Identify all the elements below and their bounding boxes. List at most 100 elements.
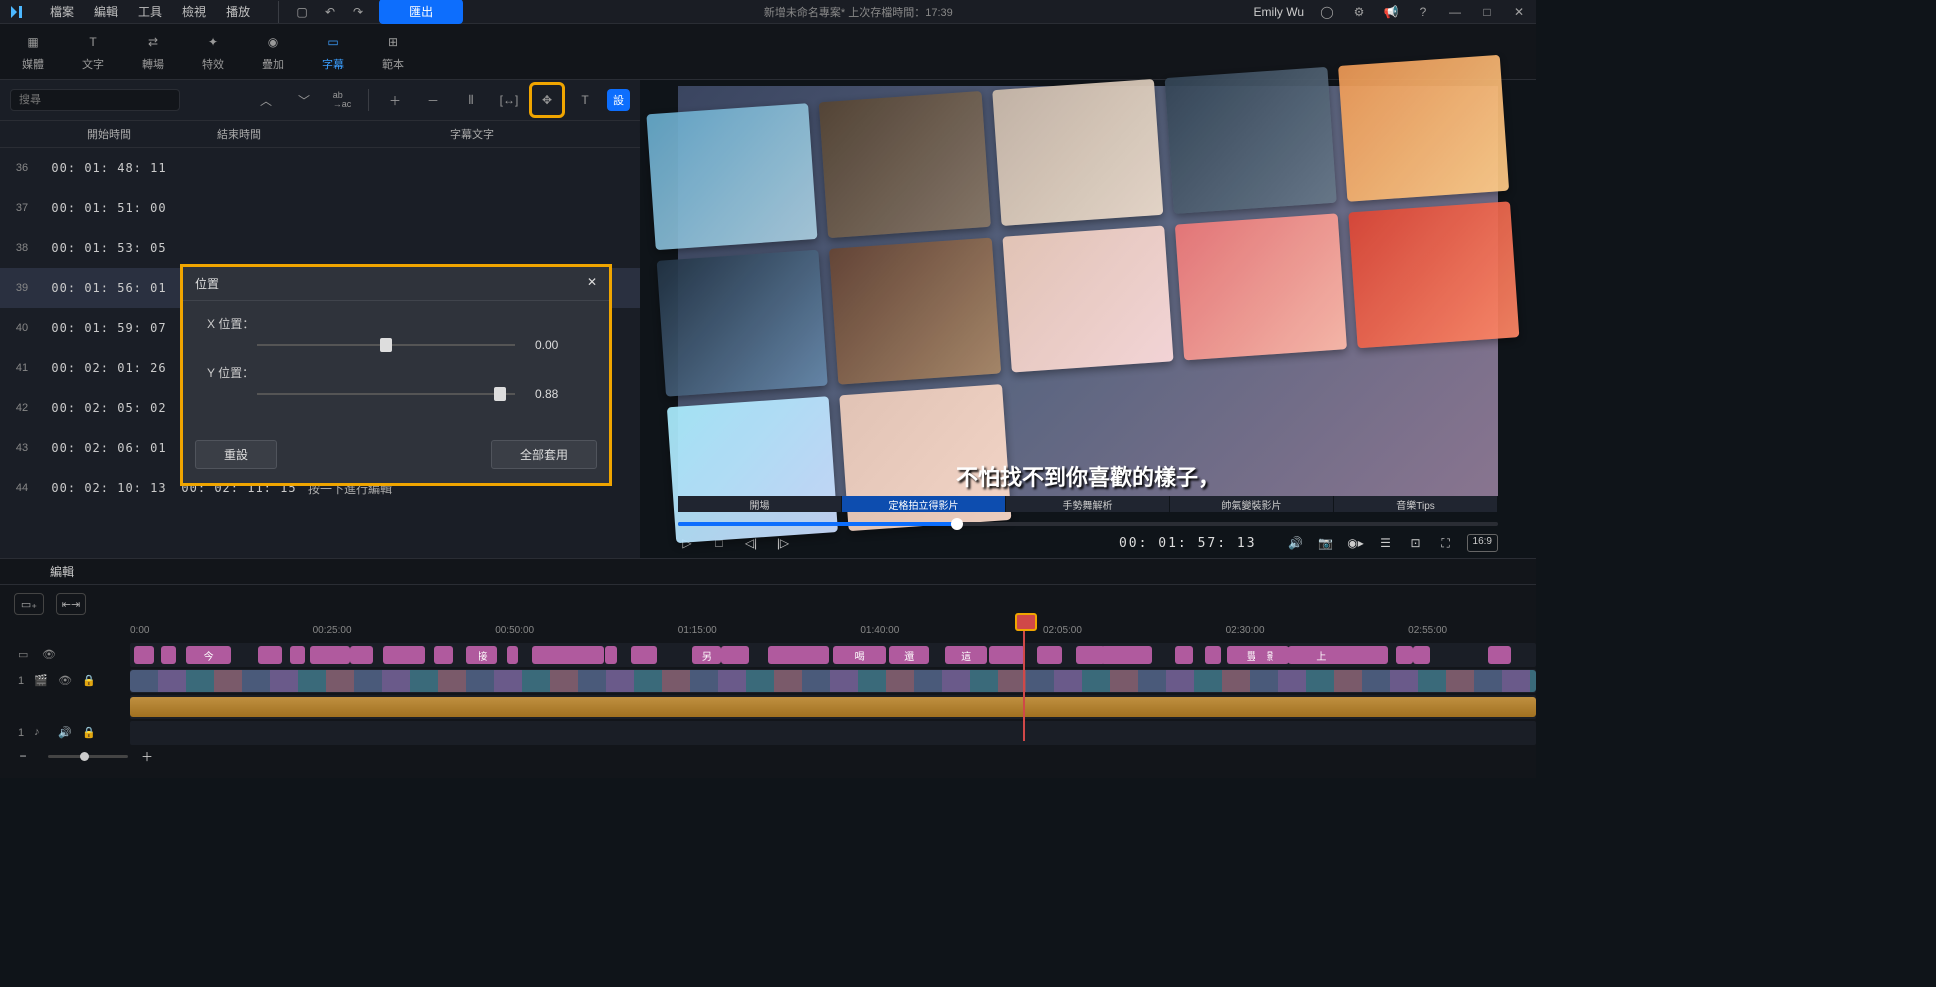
close-icon[interactable]: ✕ <box>1510 3 1528 21</box>
subtitle-clip[interactable] <box>1101 646 1120 664</box>
subtitle-clip[interactable] <box>768 646 792 664</box>
user-icon[interactable]: ◯ <box>1318 3 1336 21</box>
subtitle-clip[interactable] <box>1175 646 1192 664</box>
format-icon[interactable]: T <box>569 84 601 116</box>
zoom-slider[interactable] <box>48 755 128 758</box>
chapter-segment[interactable]: 音樂Tips <box>1334 496 1498 512</box>
position-icon[interactable]: ✥ <box>531 84 563 116</box>
subtitle-clip[interactable] <box>867 646 883 664</box>
subtitle-clip[interactable] <box>466 646 479 664</box>
subtitle-clip[interactable] <box>134 646 154 664</box>
tab-text[interactable]: T文字 <box>74 27 112 76</box>
save-icon[interactable]: ▢ <box>293 3 311 21</box>
track-lock-icon[interactable]: 🔒 <box>82 674 96 688</box>
track-settings-icon[interactable]: ▭ <box>18 648 32 662</box>
tab-media[interactable]: ▦媒體 <box>14 27 52 76</box>
subtitle-track[interactable]: 今拍接工另就喝還這的豐影上拍 <box>130 643 1536 667</box>
subtitle-clip[interactable] <box>507 646 519 664</box>
maximize-icon[interactable]: □ <box>1478 3 1496 21</box>
chapter-segment[interactable]: 帥氣變裝影片 <box>1170 496 1334 512</box>
fullscreen-icon[interactable]: ⛶ <box>1437 534 1455 552</box>
redo-icon[interactable]: ↷ <box>349 3 367 21</box>
prev-icon[interactable]: ︿ <box>250 84 282 116</box>
subtitle-clip[interactable] <box>1413 646 1430 664</box>
replace-icon[interactable]: ab→ac <box>326 84 358 116</box>
volume-icon[interactable]: 🔊 <box>1287 534 1305 552</box>
subtitle-clip[interactable]: 這 <box>945 646 986 664</box>
subtitle-clip[interactable] <box>1298 646 1314 664</box>
snapshot-icon[interactable]: 📷 <box>1317 534 1335 552</box>
search-input[interactable] <box>10 89 180 111</box>
tab-effects[interactable]: ✦特效 <box>194 27 232 76</box>
y-position-slider[interactable] <box>257 393 515 395</box>
minimize-icon[interactable]: — <box>1446 3 1464 21</box>
subtitle-clip[interactable] <box>434 646 449 664</box>
subtitle-clip[interactable] <box>995 646 1019 664</box>
settings-icon[interactable]: ⚙ <box>1350 3 1368 21</box>
announce-icon[interactable]: 📢 <box>1382 3 1400 21</box>
edit-tab[interactable]: 編輯 <box>0 558 124 585</box>
subtitle-clip[interactable] <box>1132 646 1152 664</box>
split-icon[interactable]: ⦀ <box>455 84 487 116</box>
subtitle-clip[interactable] <box>1273 646 1285 664</box>
export-button[interactable]: 匯出 <box>379 0 463 24</box>
subtitle-clip[interactable] <box>1488 646 1512 664</box>
tab-template[interactable]: ⊞範本 <box>374 27 412 76</box>
menu-view[interactable]: 檢視 <box>172 0 216 24</box>
aspect-ratio-badge[interactable]: 16:9 <box>1467 534 1498 552</box>
tab-subtitle[interactable]: ▭字幕 <box>314 27 352 76</box>
zoom-in-icon[interactable]: ＋ <box>138 747 156 765</box>
settings-button[interactable]: 設 <box>607 89 630 111</box>
menu-tools[interactable]: 工具 <box>128 0 172 24</box>
chapter-segment[interactable]: 開場 <box>678 496 842 512</box>
subtitle-clip[interactable] <box>1396 646 1413 664</box>
subtitle-clip[interactable] <box>161 646 176 664</box>
subtitle-row[interactable]: 3700: 01: 51: 00 <box>0 188 640 228</box>
zoom-out-icon[interactable]: − <box>14 747 32 765</box>
subtitle-clip[interactable] <box>553 646 580 664</box>
subtitle-clip[interactable] <box>1037 646 1061 664</box>
track-lock-icon[interactable]: 🔒 <box>82 726 96 740</box>
chapter-segment[interactable]: 手勢舞解析 <box>1006 496 1170 512</box>
chapter-segment[interactable]: 定格拍立得影片 <box>842 496 1006 512</box>
preview-viewport[interactable]: 不怕找不到你喜歡的樣子， 開場定格拍立得影片手勢舞解析帥氣變裝影片音樂Tips <box>678 86 1498 512</box>
subtitle-clip[interactable] <box>323 646 350 664</box>
merge-icon[interactable]: [↔] <box>493 84 525 116</box>
subtitle-clip[interactable] <box>1205 646 1221 664</box>
undo-icon[interactable]: ↶ <box>321 3 339 21</box>
track-mute-icon[interactable]: 🔊 <box>58 726 72 740</box>
menu-edit[interactable]: 編輯 <box>84 0 128 24</box>
subtitle-clip[interactable]: 今 <box>186 646 231 664</box>
list-icon[interactable]: ☰ <box>1377 534 1395 552</box>
x-position-slider[interactable] <box>257 344 515 346</box>
timeline-snap-icon[interactable]: ⇤⇥ <box>56 593 86 615</box>
help-icon[interactable]: ? <box>1414 3 1432 21</box>
tab-transition[interactable]: ⇄轉場 <box>134 27 172 76</box>
next-icon[interactable]: ﹀ <box>288 84 320 116</box>
subtitle-clip[interactable]: 還 <box>889 646 929 664</box>
subtitle-clip[interactable] <box>395 646 409 664</box>
tab-overlay[interactable]: ◉疊加 <box>254 27 292 76</box>
subtitle-clip[interactable] <box>1076 646 1100 664</box>
popup-close-icon[interactable]: ✕ <box>587 275 597 292</box>
apply-all-button[interactable]: 全部套用 <box>491 440 597 469</box>
track-visibility-icon[interactable]: 👁 <box>58 674 72 688</box>
subtitle-clip[interactable] <box>589 646 604 664</box>
subtitle-clip[interactable] <box>350 646 373 664</box>
subtitle-clip[interactable] <box>802 646 829 664</box>
subtitle-clip[interactable]: 另 <box>692 646 721 664</box>
subtitle-clip[interactable] <box>532 646 547 664</box>
remove-subtitle-icon[interactable]: － <box>417 84 449 116</box>
quality-icon[interactable]: ◉▸ <box>1347 534 1365 552</box>
subtitle-clip[interactable] <box>290 646 305 664</box>
menu-file[interactable]: 檔案 <box>40 0 84 24</box>
subtitle-clip[interactable] <box>1366 646 1388 664</box>
subtitle-clip[interactable] <box>605 646 617 664</box>
add-subtitle-icon[interactable]: ＋ <box>379 84 411 116</box>
subtitle-clip[interactable] <box>721 646 748 664</box>
subtitle-row[interactable]: 3800: 01: 53: 05 <box>0 228 640 268</box>
subtitle-clip[interactable] <box>631 646 654 664</box>
audio-waveform-track[interactable] <box>130 695 1536 719</box>
seek-slider[interactable] <box>678 522 1498 526</box>
track-visibility-icon[interactable]: 👁 <box>42 648 56 662</box>
